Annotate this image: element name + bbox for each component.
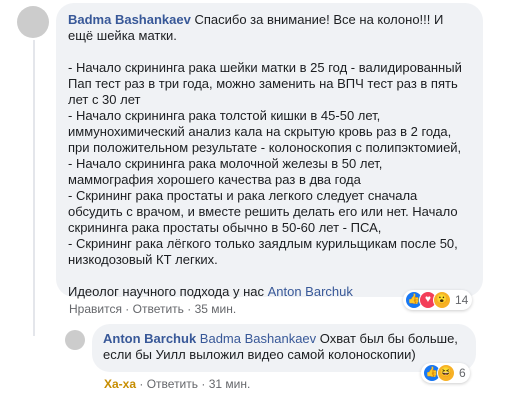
reaction-count: 6 (459, 366, 466, 380)
reactions-summary[interactable]: 👍 ♥ 😮 14 (403, 290, 473, 310)
timestamp[interactable]: 35 мин. (195, 302, 237, 316)
comment-bubble: Badma Bashankaev Спасибо за внимание! Вс… (56, 3, 483, 300)
separator: · (139, 377, 147, 391)
reply-avatar[interactable] (65, 330, 85, 350)
separator: · (187, 302, 195, 316)
comment-author[interactable]: Badma Bashankaev (68, 12, 191, 27)
reply-reactions-summary[interactable]: 👍 😆 6 (421, 363, 470, 383)
wow-icon: 😮 (433, 291, 451, 309)
like-button[interactable]: Нравится (69, 302, 122, 316)
separator: · (125, 302, 133, 316)
reply-button[interactable]: Ответить (147, 377, 198, 391)
haha-reaction-button[interactable]: Ха-ха (104, 377, 136, 391)
mention-link[interactable]: Anton Barchuk (268, 284, 353, 299)
timestamp[interactable]: 31 мин. (209, 377, 251, 391)
mention-link[interactable]: Badma Bashankaev (200, 331, 316, 346)
avatar[interactable] (17, 6, 49, 38)
comment-actions: Нравится · Ответить · 35 мин. (69, 302, 236, 316)
haha-icon: 😆 (437, 364, 455, 382)
comment-text: Badma Bashankaev Спасибо за внимание! Вс… (68, 12, 471, 300)
reply-button[interactable]: Ответить (133, 302, 184, 316)
reply-bubble: Anton Barchuk Badma Bashankaev Охват был… (92, 324, 476, 372)
comment-body: Спасибо за внимание! Все на колоно!!! И … (68, 12, 462, 299)
reply-text: Anton Barchuk Badma Bashankaev Охват был… (103, 331, 464, 363)
reply-actions: Ха-ха · Ответить · 31 мин. (104, 377, 250, 391)
reply-author[interactable]: Anton Barchuk (103, 331, 196, 346)
reaction-count: 14 (455, 293, 469, 307)
thread-line (33, 40, 35, 336)
separator: · (201, 377, 209, 391)
